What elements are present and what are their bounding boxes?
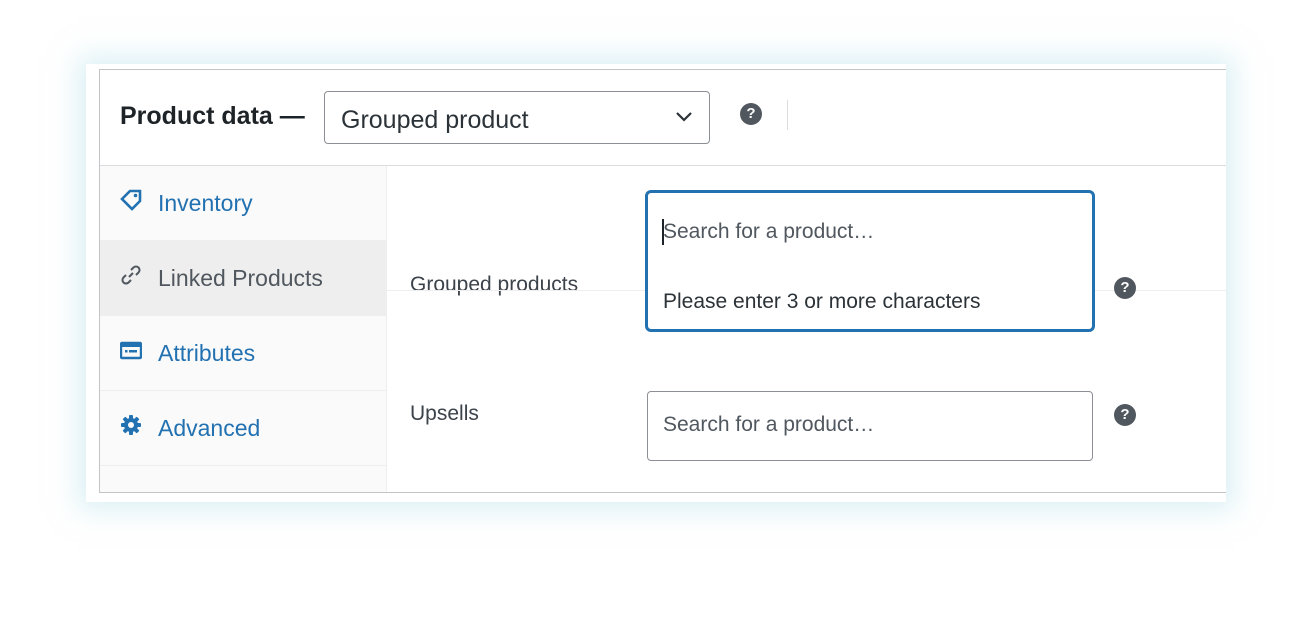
upsells-placeholder: Search for a product…: [663, 413, 875, 436]
panel-header: Product data — Grouped product ?: [100, 70, 1226, 166]
grouped-products-search-dropdown[interactable]: Search for a product… Please enter 3 or …: [645, 190, 1095, 332]
tab-attributes[interactable]: Attributes: [100, 316, 386, 391]
grouped-products-label: Grouped products: [410, 273, 579, 296]
product-type-value: Grouped product: [341, 106, 529, 134]
product-type-select[interactable]: Grouped product: [324, 91, 710, 144]
linked-products-panel: Grouped products Upsells Search for a pr…: [387, 166, 1226, 492]
tab-label: Attributes: [158, 340, 256, 366]
tab-linked-products[interactable]: Linked Products: [100, 241, 386, 316]
tab-label: Inventory: [158, 190, 253, 216]
panel-title: Product data —: [120, 102, 305, 130]
tag-icon: [120, 189, 142, 211]
tab-label: Advanced: [158, 415, 261, 441]
question-circle-icon[interactable]: ?: [740, 103, 762, 125]
tab-advanced[interactable]: Advanced: [100, 391, 386, 466]
grouped-products-search-input[interactable]: Search for a product…: [663, 220, 874, 244]
gear-icon: [121, 415, 141, 435]
question-circle-icon[interactable]: ?: [1114, 404, 1136, 426]
dropdown-message: Please enter 3 or more characters: [663, 290, 981, 313]
chevron-down-icon: [676, 112, 692, 122]
question-circle-icon[interactable]: ?: [1114, 277, 1136, 299]
product-data-panel: Product data — Grouped product ? Invento…: [99, 69, 1226, 493]
tab-label: Linked Products: [158, 265, 323, 291]
link-icon: [121, 265, 141, 285]
tab-inventory[interactable]: Inventory: [100, 166, 386, 241]
product-data-tabs: Inventory Linked Products Attributes Adv…: [100, 166, 387, 492]
upsells-label: Upsells: [410, 402, 479, 425]
list-table-icon: [120, 341, 142, 360]
header-divider: [787, 100, 788, 130]
upsells-search-input[interactable]: Search for a product…: [647, 391, 1093, 461]
